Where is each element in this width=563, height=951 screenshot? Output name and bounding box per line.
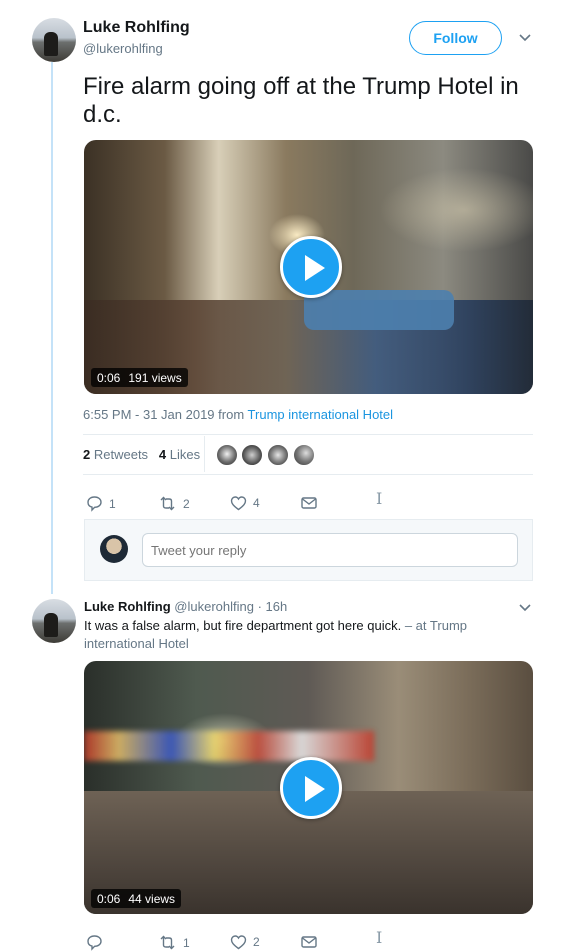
- follow-button[interactable]: Follow: [409, 21, 502, 55]
- retweet-action[interactable]: 1: [158, 934, 190, 951]
- play-icon: [305, 255, 325, 281]
- engagement-stats: 2 Retweets 4 Likes: [83, 447, 200, 462]
- text-cursor-icon: I: [376, 489, 383, 508]
- heart-icon: [230, 496, 247, 511]
- reply-action[interactable]: [86, 934, 109, 951]
- thread-line: [51, 62, 53, 594]
- video-duration: 0:06: [97, 370, 121, 385]
- likes-stat[interactable]: 4 Likes: [159, 447, 200, 462]
- retweet-count: 2: [183, 496, 190, 511]
- video-views: 44 views: [128, 891, 176, 906]
- divider: [83, 434, 533, 435]
- liker-avatar[interactable]: [267, 444, 289, 466]
- divider: [83, 474, 533, 475]
- retweet-count: 1: [183, 935, 190, 950]
- retweet-icon: [160, 935, 175, 950]
- author-avatar[interactable]: [32, 18, 76, 62]
- like-count: 4: [253, 496, 260, 510]
- direct-message-action[interactable]: [301, 496, 317, 510]
- divider: [204, 436, 205, 472]
- like-action[interactable]: 2: [230, 934, 260, 950]
- liker-avatar[interactable]: [293, 444, 315, 466]
- location-link[interactable]: Trump international Hotel: [248, 407, 393, 422]
- video-views: 191 views: [128, 370, 182, 385]
- current-user-avatar: [100, 535, 128, 563]
- chevron-down-icon[interactable]: [518, 30, 532, 44]
- reply-icon: [87, 496, 102, 512]
- retweet-action[interactable]: 2: [158, 495, 190, 512]
- reply-input[interactable]: [142, 533, 518, 567]
- reply-time[interactable]: · 16h: [258, 599, 288, 614]
- play-button[interactable]: [280, 236, 342, 298]
- video-duration: 0:06: [97, 891, 121, 906]
- reply-location-prefix: – at: [404, 618, 427, 633]
- liker-avatar[interactable]: [241, 444, 263, 466]
- text-cursor-icon: I: [376, 928, 383, 947]
- tweet-text: Fire alarm going off at the Trump Hotel …: [83, 73, 519, 128]
- envelope-icon: [301, 497, 317, 509]
- reply-icon: [87, 935, 102, 951]
- video-info-badge: 0:06 191 views: [91, 368, 188, 387]
- author-handle[interactable]: @lukerohlfing: [83, 41, 163, 56]
- like-action[interactable]: 4: [230, 495, 260, 511]
- reply-author-name[interactable]: Luke Rohlfing: [84, 599, 171, 614]
- video-info-badge: 0:06 44 views: [91, 889, 182, 908]
- tweet-meta: 6:55 PM - 31 Jan 2019 from Trump interna…: [83, 407, 393, 422]
- play-icon: [305, 776, 325, 802]
- direct-message-action[interactable]: [301, 935, 317, 949]
- reply-text: It was a false alarm, but fire departmen…: [84, 618, 467, 651]
- from-label: from: [218, 407, 245, 422]
- envelope-icon: [301, 936, 317, 948]
- heart-icon: [230, 935, 247, 950]
- reply-count: 1: [109, 496, 116, 511]
- liker-avatar[interactable]: [216, 444, 238, 466]
- author-name[interactable]: Luke Rohlfing: [83, 19, 190, 37]
- reply-author-handle[interactable]: @lukerohlfing: [174, 599, 254, 614]
- like-count: 2: [253, 935, 260, 949]
- reply-author-avatar[interactable]: [32, 599, 76, 643]
- retweet-icon: [160, 496, 175, 511]
- tweet-timestamp[interactable]: 6:55 PM - 31 Jan 2019: [83, 407, 215, 422]
- reply-action[interactable]: 1: [86, 495, 116, 512]
- reply-author-line: Luke Rohlfing @lukerohlfing · 16h: [84, 599, 287, 614]
- play-button[interactable]: [280, 757, 342, 819]
- chevron-down-icon[interactable]: [518, 600, 532, 614]
- retweets-stat[interactable]: 2 Retweets: [83, 447, 148, 462]
